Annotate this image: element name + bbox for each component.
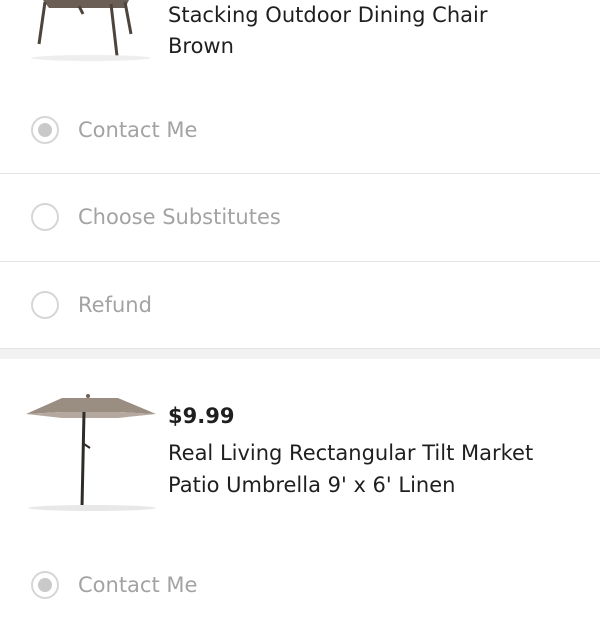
radio-selected-icon[interactable] [31,571,59,599]
item2-price: $9.99 [168,404,235,428]
item1-chair-image [25,0,157,62]
option-label-contact-me: Contact Me [78,118,198,142]
item2-option-contact-me[interactable]: Contact Me [0,542,600,628]
item2-name-line2: Patio Umbrella 9' x 6' Linen [168,473,456,497]
item2-name-line1: Real Living Rectangular Tilt Market [168,441,534,465]
radio-selected-icon[interactable] [31,116,59,144]
item2-umbrella-image [22,392,162,514]
item2-name: Real Living Rectangular Tilt Market Pati… [168,437,578,501]
item1-option-contact-me[interactable]: Contact Me [0,87,600,173]
item1-name: Stacking Outdoor Dining Chair Brown [168,0,578,62]
item1-name-line1: Stacking Outdoor Dining Chair [168,3,488,27]
option-label-refund: Refund [78,293,152,317]
radio-unselected-icon[interactable] [31,203,59,231]
item1-option-refund[interactable]: Refund [0,262,600,348]
section-separator [0,348,600,359]
item1-name-line2: Brown [168,34,234,58]
item1-option-choose-substitutes[interactable]: Choose Substitutes [0,174,600,260]
radio-unselected-icon[interactable] [31,291,59,319]
option-label-choose-substitutes: Choose Substitutes [78,205,281,229]
option-label-contact-me: Contact Me [78,573,198,597]
